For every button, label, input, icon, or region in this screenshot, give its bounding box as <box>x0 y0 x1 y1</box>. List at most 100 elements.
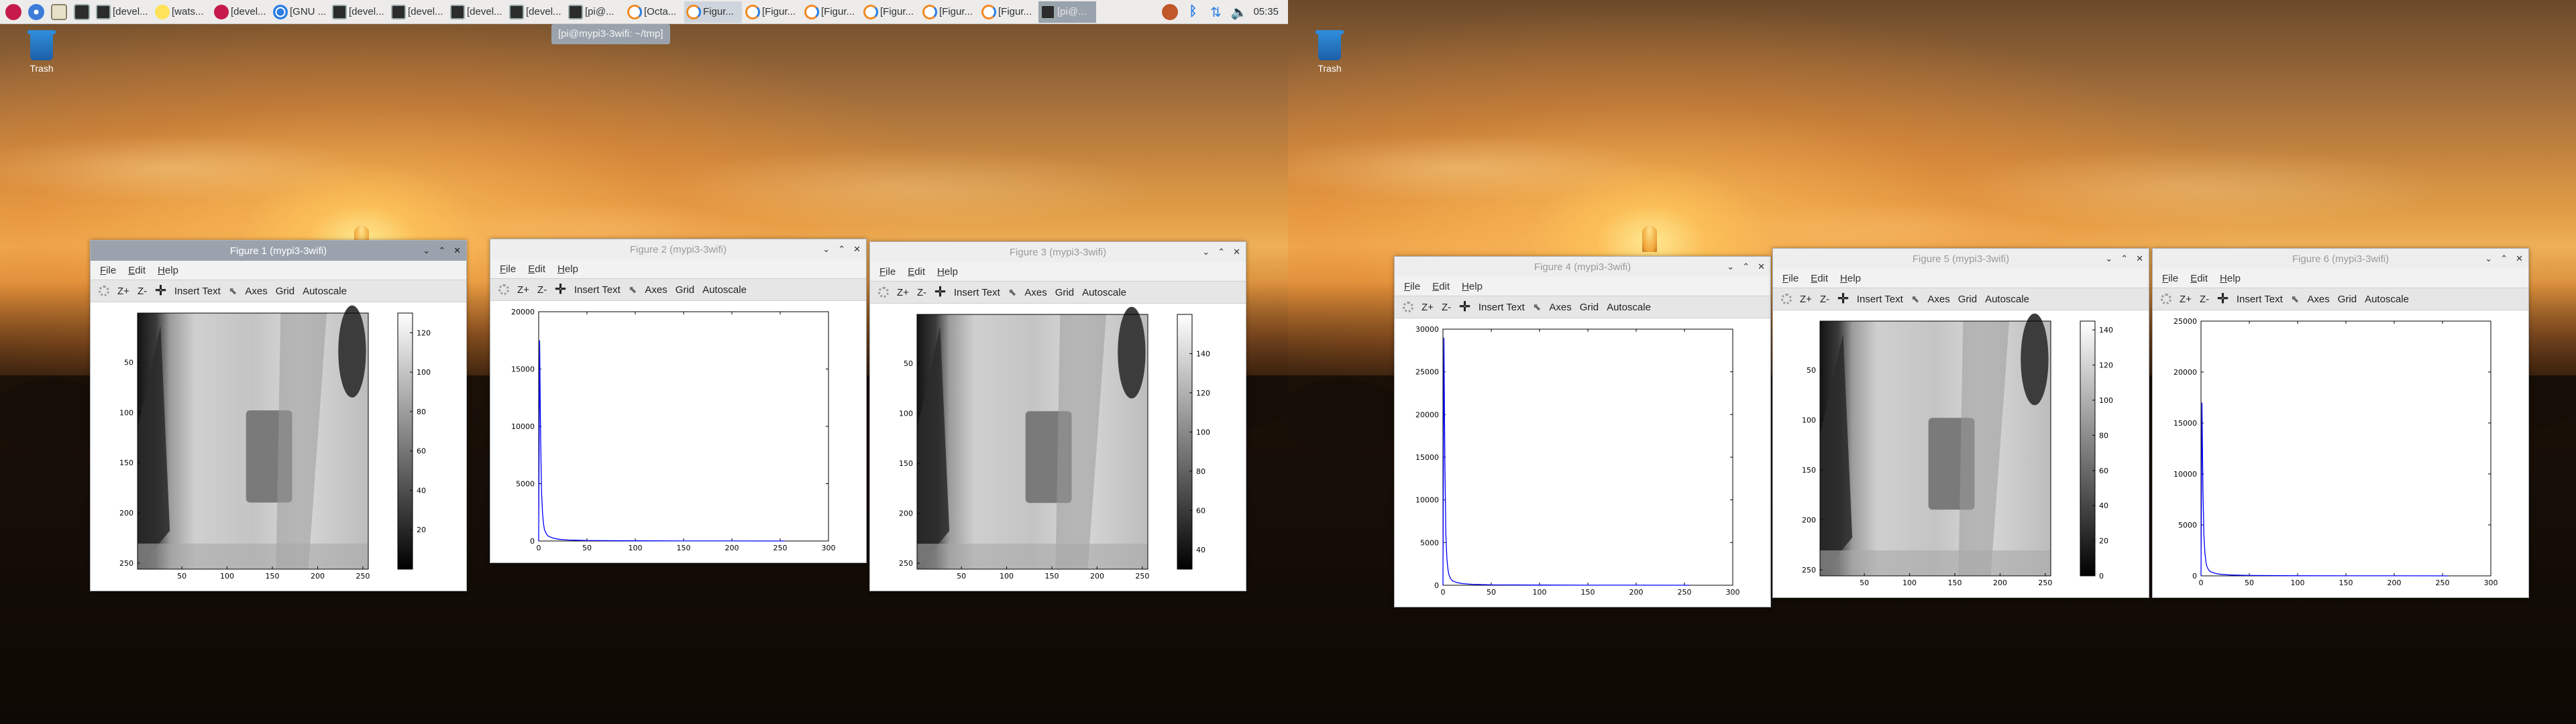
plot-area[interactable]: 50 100 150 200 250 50 100 150 200 250 0 20 40 60 80 100… <box>1773 310 2149 597</box>
axes-button[interactable]: Axes <box>2307 294 2329 305</box>
taskbar-task[interactable]: [Figur... <box>802 1 860 23</box>
autoscale-button[interactable]: Autoscale <box>1082 287 1126 298</box>
figure-window[interactable]: Figure 2 (mypi3-3wifi) ⌄ ⌃ ✕ File Edit H… <box>490 239 867 563</box>
select-cursor-icon[interactable]: ⬉ <box>2291 293 2300 305</box>
insert-text-button[interactable]: Insert Text <box>574 284 621 296</box>
taskbar-task[interactable]: [devel... <box>94 1 152 23</box>
close-button[interactable]: ✕ <box>2516 253 2523 264</box>
maximize-button[interactable]: ⌃ <box>2121 253 2128 264</box>
taskbar-task[interactable]: [Figur... <box>920 1 978 23</box>
zoom-in-button[interactable]: Z+ <box>897 287 909 298</box>
menu-edit[interactable]: Edit <box>2190 273 2208 284</box>
zoom-in-button[interactable]: Z+ <box>2180 294 2192 305</box>
taskbar-task[interactable]: [devel... <box>507 1 565 23</box>
menu-file[interactable]: File <box>100 265 116 276</box>
grid-button[interactable]: Grid <box>1958 294 1977 305</box>
close-button[interactable]: ✕ <box>853 244 861 255</box>
axes-button[interactable]: Axes <box>1024 287 1046 298</box>
taskbar-task[interactable]: [Figur... <box>743 1 801 23</box>
rotate-icon[interactable] <box>1403 302 1413 312</box>
pan-icon[interactable]: ✛ <box>155 284 166 298</box>
window-titlebar[interactable]: Figure 2 (mypi3-3wifi) ⌄ ⌃ ✕ <box>490 239 866 259</box>
zoom-in-button[interactable]: Z+ <box>1421 302 1434 313</box>
menu-file[interactable]: File <box>879 266 896 278</box>
close-button[interactable]: ✕ <box>1233 247 1240 257</box>
insert-text-button[interactable]: Insert Text <box>1857 294 1903 305</box>
menu-file[interactable]: File <box>1782 273 1799 284</box>
taskbar-task[interactable]: [Figur... <box>861 1 919 23</box>
menu-edit[interactable]: Edit <box>528 263 545 275</box>
pan-icon[interactable]: ✛ <box>1837 292 1849 306</box>
menu-file[interactable]: File <box>500 263 516 275</box>
trash-desktop-icon[interactable]: Trash <box>21 30 62 74</box>
web-browser-icon[interactable] <box>25 1 47 23</box>
plot-area[interactable]: 50 100 150 200 250 50 100 150 200 250 40 60 80 100 120… <box>870 304 1246 591</box>
grid-button[interactable]: Grid <box>1055 287 1074 298</box>
taskbar-task[interactable]: [devel... <box>389 1 447 23</box>
maximize-button[interactable]: ⌃ <box>438 245 445 256</box>
rotate-icon[interactable] <box>99 286 109 296</box>
taskbar-task[interactable]: [GNU ... <box>271 1 329 23</box>
minimize-button[interactable]: ⌄ <box>423 245 430 256</box>
rotate-icon[interactable] <box>878 287 889 298</box>
volume-icon[interactable]: 🔈 <box>1230 4 1247 20</box>
rotate-icon[interactable] <box>2161 294 2171 304</box>
autoscale-button[interactable]: Autoscale <box>1985 294 2029 305</box>
close-button[interactable]: ✕ <box>1758 261 1765 272</box>
taskbar-task[interactable]: [devel... <box>212 1 270 23</box>
menu-help[interactable]: Help <box>158 265 178 276</box>
insert-text-button[interactable]: Insert Text <box>954 287 1000 298</box>
menu-edit[interactable]: Edit <box>908 266 925 278</box>
plot-area[interactable]: 0 50 100 150 200 250 300 0 5000 10000 15000 20000 <box>490 301 866 562</box>
figure-window[interactable]: Figure 4 (mypi3-3wifi) ⌄ ⌃ ✕ File Edit H… <box>1394 256 1771 607</box>
file-manager-icon[interactable] <box>48 1 70 23</box>
grid-button[interactable]: Grid <box>2338 294 2357 305</box>
zoom-in-button[interactable]: Z+ <box>1800 294 1812 305</box>
figure-window[interactable]: Figure 3 (mypi3-3wifi) ⌄ ⌃ ✕ File Edit H… <box>869 241 1246 591</box>
figure-window[interactable]: Figure 6 (mypi3-3wifi) ⌄ ⌃ ✕ File Edit H… <box>2152 248 2529 598</box>
minimize-button[interactable]: ⌄ <box>822 244 830 255</box>
trash-desktop-icon-right[interactable]: Trash <box>1309 30 1350 74</box>
taskbar-task[interactable]: [devel... <box>330 1 388 23</box>
rotate-icon[interactable] <box>498 284 509 295</box>
taskbar-task[interactable]: [Figur... <box>979 1 1037 23</box>
close-button[interactable]: ✕ <box>453 245 461 256</box>
zoom-in-button[interactable]: Z+ <box>117 286 129 297</box>
window-titlebar[interactable]: Figure 5 (mypi3-3wifi) ⌄ ⌃ ✕ <box>1773 249 2149 269</box>
rotate-icon[interactable] <box>1781 294 1792 304</box>
plot-area[interactable]: 0 50 100 150 200 250 300 0 5000 10000 15000 20000 25… <box>2153 310 2528 597</box>
zoom-out-button[interactable]: Z- <box>1820 294 1829 305</box>
close-button[interactable]: ✕ <box>2136 253 2143 264</box>
pan-icon[interactable]: ✛ <box>934 286 946 299</box>
axes-button[interactable]: Axes <box>1927 294 1949 305</box>
cpu-monitor-icon[interactable] <box>1162 3 1179 20</box>
network-icon[interactable]: ⇅ <box>1208 4 1224 20</box>
plot-area[interactable]: 50 100 150 200 250 50 100 150 200 250 20 40 60 80 100 1… <box>91 302 466 591</box>
grid-button[interactable]: Grid <box>676 284 694 296</box>
minimize-button[interactable]: ⌄ <box>1727 261 1734 272</box>
autoscale-button[interactable]: Autoscale <box>1607 302 1651 313</box>
zoom-out-button[interactable]: Z- <box>138 286 147 297</box>
zoom-out-button[interactable]: Z- <box>917 287 926 298</box>
zoom-in-button[interactable]: Z+ <box>517 284 529 296</box>
menu-edit[interactable]: Edit <box>128 265 146 276</box>
figure-window[interactable]: Figure 5 (mypi3-3wifi) ⌄ ⌃ ✕ File Edit H… <box>1772 248 2149 598</box>
select-cursor-icon[interactable]: ⬉ <box>1911 293 1920 305</box>
pan-icon[interactable]: ✛ <box>1459 300 1470 314</box>
zoom-out-button[interactable]: Z- <box>537 284 547 296</box>
bluetooth-icon[interactable]: ᛒ <box>1185 4 1201 20</box>
minimize-button[interactable]: ⌄ <box>2485 253 2492 264</box>
grid-button[interactable]: Grid <box>1580 302 1599 313</box>
select-cursor-icon[interactable]: ⬉ <box>629 284 637 296</box>
menu-edit[interactable]: Edit <box>1432 281 1450 292</box>
taskbar-task[interactable]: Figur... <box>684 1 742 23</box>
insert-text-button[interactable]: Insert Text <box>174 286 221 297</box>
pan-icon[interactable]: ✛ <box>2217 292 2229 306</box>
menu-help[interactable]: Help <box>937 266 958 278</box>
autoscale-button[interactable]: Autoscale <box>303 286 347 297</box>
axes-button[interactable]: Axes <box>1549 302 1571 313</box>
menu-help[interactable]: Help <box>2220 273 2241 284</box>
window-titlebar[interactable]: Figure 1 (mypi3-3wifi) ⌄ ⌃ ✕ <box>91 241 466 261</box>
autoscale-button[interactable]: Autoscale <box>2365 294 2409 305</box>
minimize-button[interactable]: ⌄ <box>2105 253 2112 264</box>
